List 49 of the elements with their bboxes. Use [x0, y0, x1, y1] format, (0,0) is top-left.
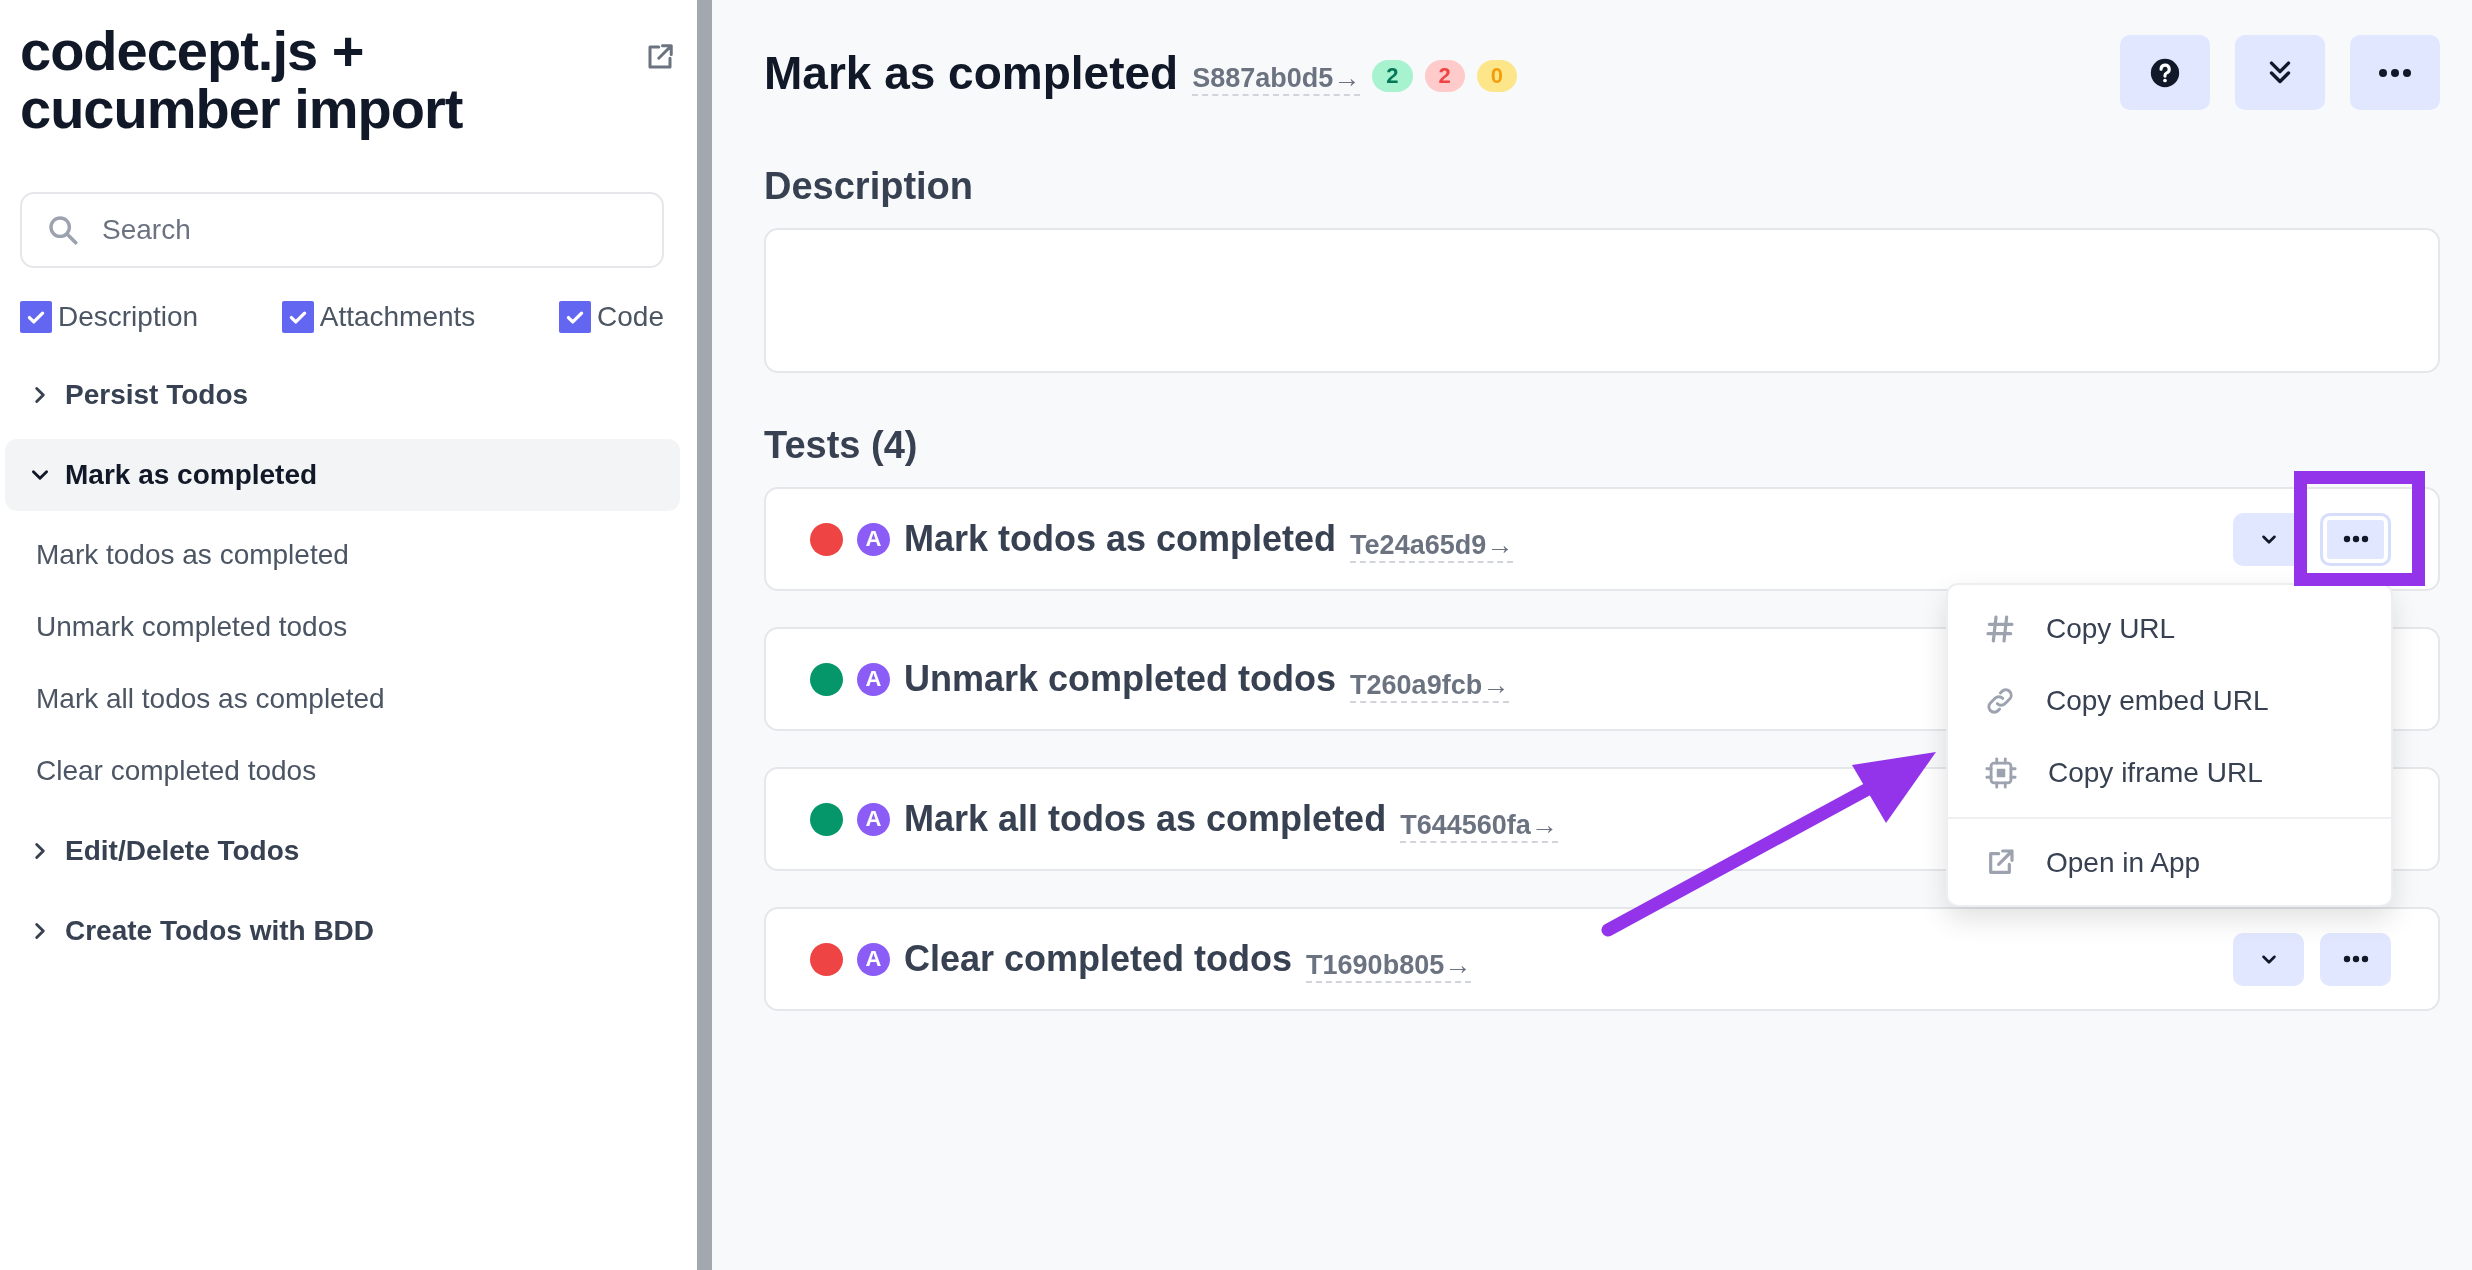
tree-item[interactable]: Persist Todos [5, 359, 680, 431]
search-field[interactable]: Search [20, 192, 664, 268]
chip-icon [1984, 756, 2018, 790]
test-id-link[interactable]: T644560fa→ [1400, 809, 1558, 843]
tree-item[interactable]: Edit/Delete Todos [5, 815, 680, 887]
project-title: codecept.js + cucumber import [20, 22, 464, 138]
test-title[interactable]: Clear completed todos [904, 938, 1293, 980]
checkbox-label: Code [597, 301, 664, 333]
checkbox[interactable] [281, 301, 314, 333]
tree-item[interactable]: Mark todos as completed [5, 519, 680, 591]
search-icon [46, 213, 80, 247]
type-badge: A [857, 662, 890, 696]
type-badge: A [857, 802, 890, 836]
help-button[interactable] [2120, 35, 2210, 110]
type-badge: A [857, 942, 890, 976]
link-icon [1984, 685, 2016, 717]
count-badge: 2 [1424, 59, 1465, 92]
more-button[interactable] [2350, 35, 2440, 110]
test-id-link[interactable]: Te24a65d9→ [1350, 529, 1514, 563]
suite-id-link[interactable]: S887ab0d5→ [1192, 63, 1361, 96]
test-id-link[interactable]: T1690b805→ [1306, 949, 1472, 983]
checkbox-label: Description [58, 301, 199, 333]
tree-item[interactable]: Create Todos with BDD [5, 895, 680, 967]
tree-item[interactable]: Clear completed todos [5, 735, 680, 807]
count-badge: 0 [1476, 59, 1517, 92]
hash-icon [1984, 613, 2016, 645]
section-heading: Description [764, 164, 975, 209]
type-badge: A [857, 522, 890, 556]
checkbox[interactable] [559, 301, 592, 333]
tree-item[interactable]: Mark as completed [5, 439, 680, 511]
section-heading: Tests (4) [764, 423, 919, 468]
test-card[interactable]: A Mark todos as completed Te24a65d9→ [764, 487, 2440, 591]
more-button[interactable] [2320, 512, 2391, 566]
test-card[interactable]: A Clear completed todos T1690b805→ [764, 907, 2440, 1011]
checkbox[interactable] [20, 301, 52, 333]
test-id-link[interactable]: T260a9fcb→ [1350, 669, 1510, 703]
more-icon [2342, 955, 2369, 963]
test-title[interactable]: Mark todos as completed [904, 518, 1337, 560]
more-button[interactable] [2320, 932, 2391, 986]
tree-item[interactable]: Unmark completed todos [5, 591, 680, 663]
collapse-button[interactable] [2235, 35, 2325, 110]
tree-item[interactable]: Mark all todos as completed [5, 663, 680, 735]
test-title[interactable]: Unmark completed todos [904, 658, 1337, 700]
page-title: Mark as completed [764, 45, 1179, 100]
more-icon [2378, 67, 2412, 78]
count-badge: 2 [1372, 59, 1413, 92]
more-icon [2342, 535, 2369, 543]
test-title[interactable]: Mark all todos as completed [904, 798, 1387, 840]
checkbox-label: Attachments [319, 301, 476, 333]
